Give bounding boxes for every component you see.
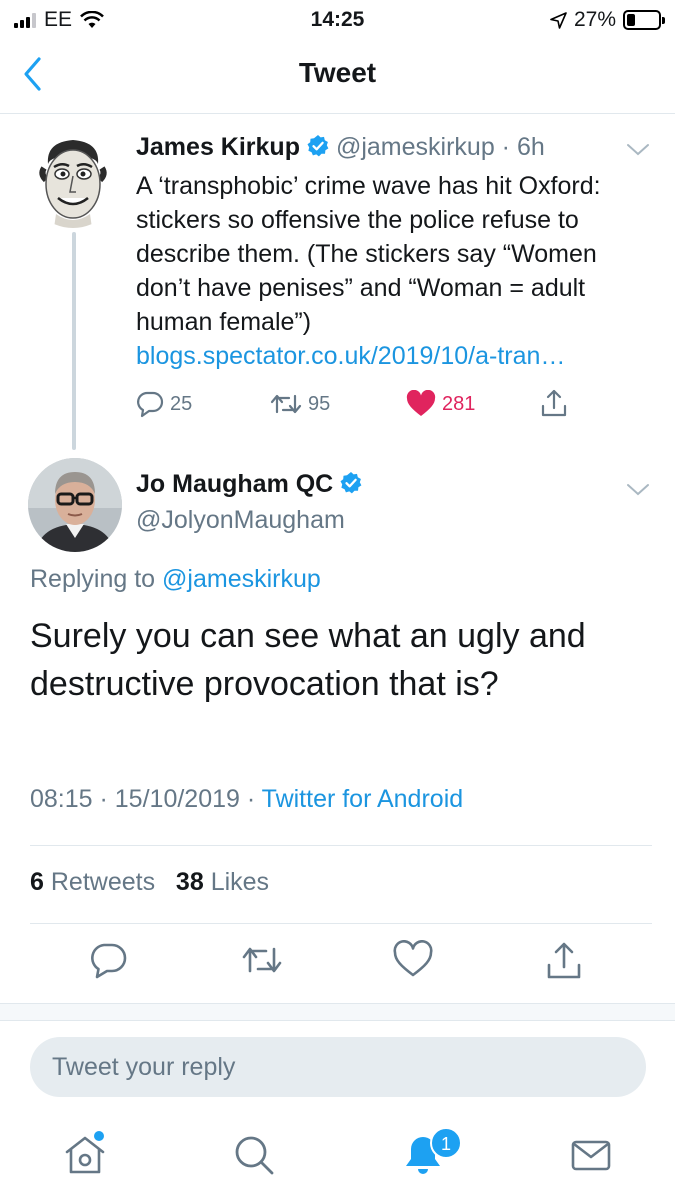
tab-messages[interactable] bbox=[566, 1130, 616, 1180]
quoted-tweet-body: A ‘transphobic’ crime wave has hit Oxfor… bbox=[136, 169, 636, 373]
battery-fill bbox=[627, 14, 635, 26]
like-count: 281 bbox=[442, 392, 476, 415]
avatar-james-kirkup[interactable] bbox=[26, 134, 120, 228]
thread-connector-line bbox=[72, 232, 76, 450]
chevron-down-icon[interactable] bbox=[626, 142, 650, 158]
author-handle[interactable]: @JolyonMaugham bbox=[136, 506, 345, 535]
like-action[interactable]: 281 bbox=[406, 390, 475, 418]
page-title: Tweet bbox=[298, 57, 377, 88]
separator-dot: · bbox=[239, 785, 262, 813]
likes-stat[interactable]: 38 Likes bbox=[176, 868, 269, 896]
tweet-source[interactable]: Twitter for Android bbox=[262, 785, 463, 813]
separator-dot: · bbox=[494, 133, 517, 161]
status-right: 27% bbox=[550, 8, 665, 32]
reply-action[interactable]: 25 bbox=[136, 390, 192, 418]
reply-count: 25 bbox=[170, 392, 193, 415]
caricature-avatar-image bbox=[26, 134, 120, 228]
reply-button[interactable] bbox=[88, 940, 132, 984]
notification-badge: 1 bbox=[430, 1127, 462, 1159]
share-icon bbox=[547, 942, 581, 979]
retweets-label: Retweets bbox=[50, 868, 156, 896]
main-tweet-author: Jo Maugham QC bbox=[136, 470, 369, 499]
section-separator bbox=[0, 1003, 675, 1021]
profile-photo-image bbox=[28, 458, 122, 552]
reply-input[interactable] bbox=[30, 1037, 646, 1097]
avatar-jo-maugham[interactable] bbox=[28, 458, 122, 552]
heart-filled-icon bbox=[406, 390, 436, 416]
article-link[interactable]: blogs.spectator.co.uk/2019/10/a-tran… bbox=[136, 339, 636, 373]
retweet-icon bbox=[242, 947, 282, 973]
main-tweet-actions bbox=[0, 939, 675, 990]
quoted-tweet-text: A ‘transphobic’ crime wave has hit Oxfor… bbox=[136, 172, 601, 336]
main-tweet-text: Surely you can see what an ugly and dest… bbox=[30, 617, 586, 703]
reply-bubble-icon bbox=[137, 391, 164, 418]
tab-bar bbox=[0, 1118, 675, 1200]
divider bbox=[30, 923, 652, 924]
retweet-count: 95 bbox=[308, 392, 331, 415]
tab-search[interactable] bbox=[229, 1130, 279, 1180]
share-button[interactable] bbox=[544, 940, 588, 984]
author-handle[interactable]: @jameskirkup bbox=[336, 133, 495, 161]
reply-bubble-icon bbox=[91, 943, 127, 979]
separator-dot: · bbox=[92, 785, 115, 813]
share-icon bbox=[541, 389, 567, 417]
messages-envelope-icon bbox=[571, 1140, 611, 1171]
home-new-content-dot bbox=[94, 1131, 104, 1141]
verified-badge-icon bbox=[340, 472, 362, 494]
divider bbox=[30, 845, 652, 846]
likes-label: Likes bbox=[210, 868, 270, 896]
like-count: 38 bbox=[175, 868, 204, 896]
tweet-timestamp: 08:15 · 15/10/2019 · Twitter for Android bbox=[30, 785, 463, 814]
engagement-stats: 6 Retweets 38 Likes bbox=[30, 868, 269, 897]
navigation-bar: Tweet bbox=[0, 40, 675, 114]
replying-to-handle[interactable]: @jameskirkup bbox=[162, 565, 321, 593]
tweet-date: 15/10/2019 bbox=[114, 785, 240, 813]
tweet-time: 08:15 bbox=[30, 785, 93, 813]
tweet-detail-screen: EE 14:25 27% Tweet James Kirkup @jameski… bbox=[0, 0, 675, 1200]
share-action[interactable] bbox=[540, 388, 568, 418]
battery-icon bbox=[623, 10, 665, 30]
retweets-stat[interactable]: 6 Retweets bbox=[30, 868, 155, 896]
tweet-age: 6h bbox=[516, 133, 545, 161]
retweet-action[interactable]: 95 bbox=[270, 390, 330, 418]
heart-outline-icon bbox=[393, 939, 433, 977]
author-name[interactable]: James Kirkup bbox=[136, 133, 300, 161]
replying-to-label: Replying to bbox=[30, 565, 156, 593]
quoted-tweet-actions: 25 95 281 bbox=[136, 388, 586, 422]
retweet-icon bbox=[270, 394, 302, 414]
location-arrow-icon bbox=[550, 11, 567, 29]
like-button[interactable] bbox=[392, 939, 436, 984]
battery-percent: 27% bbox=[573, 8, 616, 31]
replying-to-line: Replying to @jameskirkup bbox=[30, 565, 321, 594]
retweet-button[interactable] bbox=[240, 940, 284, 984]
chevron-down-icon[interactable] bbox=[626, 482, 650, 498]
search-icon bbox=[235, 1136, 274, 1175]
author-name[interactable]: Jo Maugham QC bbox=[136, 470, 333, 498]
status-bar: EE 14:25 27% bbox=[0, 0, 675, 40]
verified-badge-icon bbox=[307, 135, 329, 157]
retweet-count: 6 bbox=[30, 868, 44, 896]
quoted-tweet-header: James Kirkup @jameskirkup · 6h bbox=[136, 133, 545, 162]
